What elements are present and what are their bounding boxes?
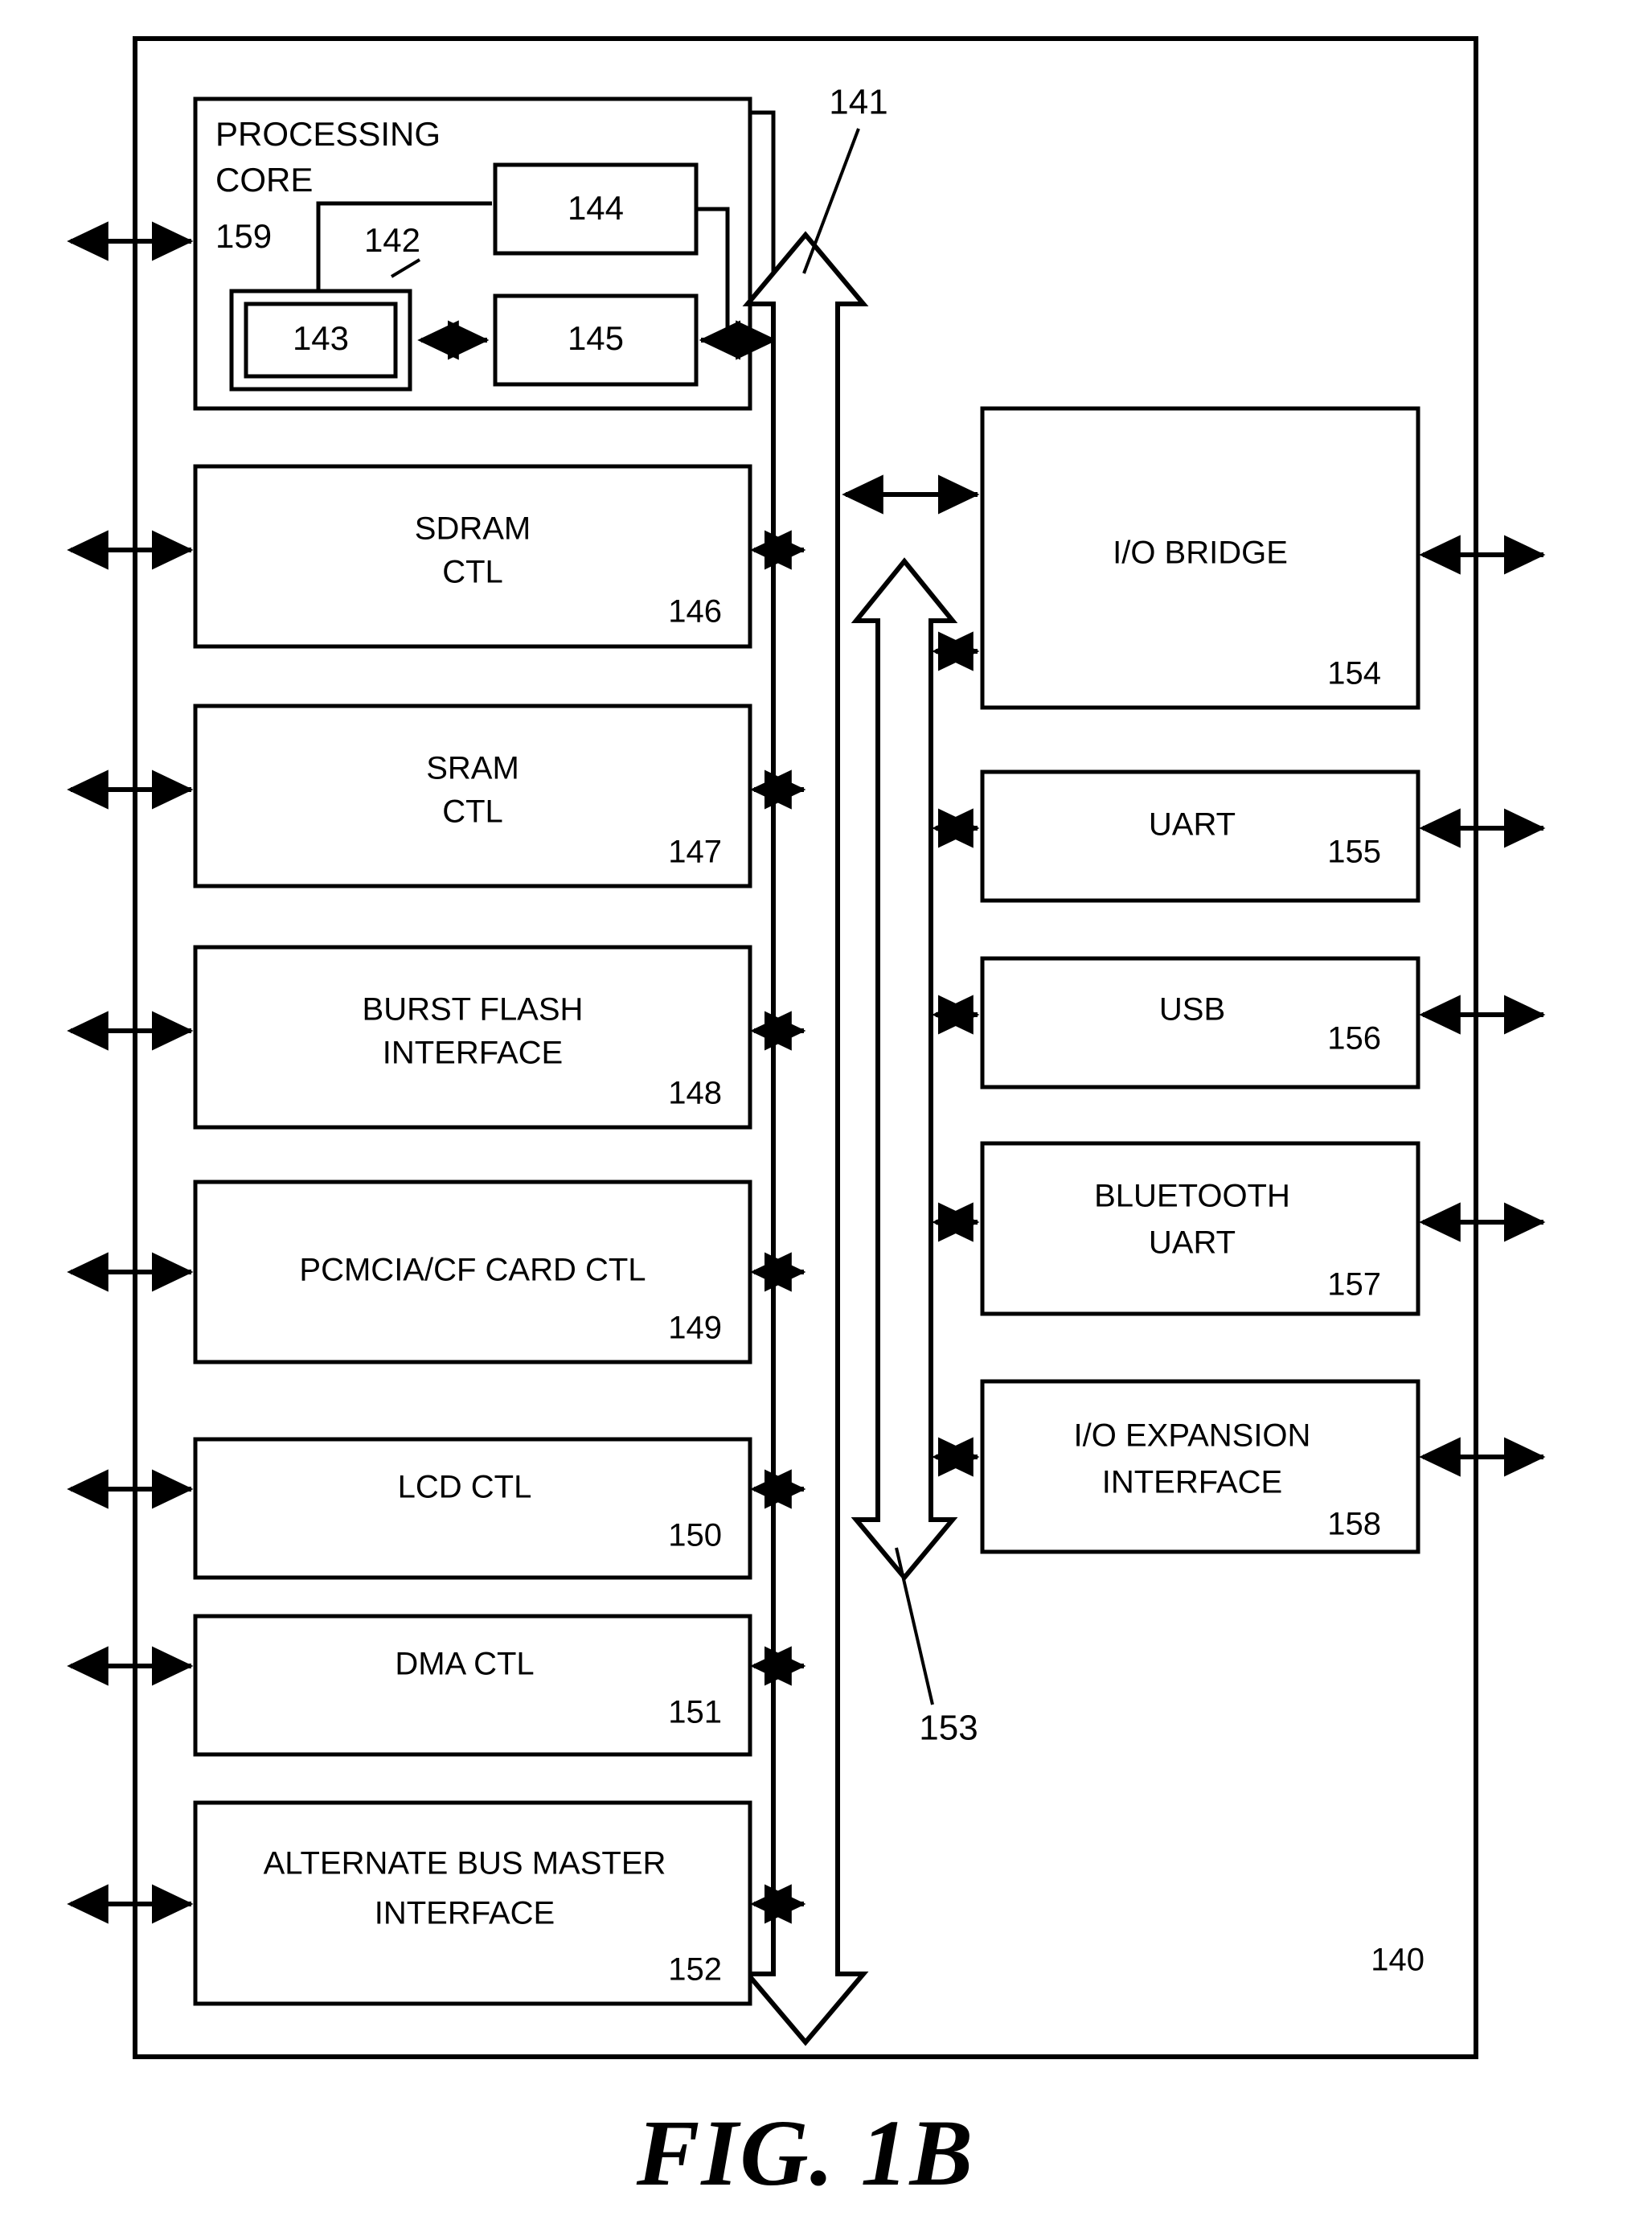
core-block-144-ref: 144 bbox=[568, 189, 624, 227]
uart-label: UART bbox=[1149, 807, 1236, 843]
pcmcia-cf-card-ctl-label: PCMCIA/CF CARD CTL bbox=[299, 1253, 646, 1288]
dma-ctl-label: DMA CTL bbox=[395, 1647, 534, 1682]
processing-core-title-line1: PROCESSING bbox=[215, 115, 441, 153]
sram-ctl-ref-number: 147 bbox=[668, 835, 722, 870]
core-block-143-ref: 143 bbox=[293, 319, 349, 357]
io-expansion-ref-number: 158 bbox=[1327, 1507, 1381, 1542]
system-ref-number: 140 bbox=[1371, 1943, 1424, 1978]
dma-ctl-block bbox=[193, 1614, 752, 1757]
dma-ctl-ref-number: 151 bbox=[668, 1695, 722, 1730]
sdram-ctl-label-line1: SDRAM bbox=[415, 511, 531, 547]
figure-caption: FIG. 1B bbox=[636, 2100, 975, 2206]
bus-141-leader bbox=[802, 128, 860, 274]
io-expansion-label-line2: INTERFACE bbox=[1102, 1465, 1282, 1500]
bluetooth-uart-label-line2: UART bbox=[1149, 1225, 1236, 1261]
alternate-bus-master-label-line2: INTERFACE bbox=[375, 1896, 555, 1931]
processing-core-title-line2: CORE bbox=[215, 161, 313, 199]
sram-ctl-label-line2: CTL bbox=[442, 794, 503, 830]
main-bus-141 bbox=[742, 231, 869, 2046]
lcd-ctl-block bbox=[193, 1437, 752, 1580]
sdram-ctl-ref-number: 146 bbox=[668, 594, 722, 630]
lcd-ctl-ref-number: 150 bbox=[668, 1518, 722, 1553]
cache-142-ref-number: 142 bbox=[364, 221, 420, 259]
io-bridge-label: I/O BRIDGE bbox=[1113, 535, 1288, 571]
bluetooth-uart-label-line1: BLUETOOTH bbox=[1094, 1179, 1290, 1214]
core-block-145-ref: 145 bbox=[568, 319, 624, 357]
alternate-bus-master-ref-number: 152 bbox=[668, 1952, 722, 1988]
io-expansion-label-line1: I/O EXPANSION bbox=[1074, 1418, 1311, 1454]
io-bridge-ref-number: 154 bbox=[1327, 656, 1381, 691]
bus-141-ref-number: 141 bbox=[829, 83, 887, 122]
sdram-ctl-label-line2: CTL bbox=[442, 555, 503, 590]
processing-core-ref-number: 159 bbox=[215, 217, 272, 255]
bluetooth-uart-ref-number: 157 bbox=[1327, 1267, 1381, 1303]
bus-153-leader bbox=[895, 1547, 934, 1705]
patent-figure-1b: 140 PROCESSING CORE 159 142 144 145 143 … bbox=[0, 0, 1652, 2224]
burst-flash-label-line2: INTERFACE bbox=[383, 1036, 563, 1071]
cache-142-leader bbox=[390, 258, 421, 278]
usb-label: USB bbox=[1159, 992, 1225, 1028]
io-bus-153 bbox=[851, 557, 958, 1582]
bus-153-ref-number: 153 bbox=[919, 1709, 978, 1748]
uart-ref-number: 155 bbox=[1327, 835, 1381, 870]
sram-ctl-label-line1: SRAM bbox=[426, 751, 519, 786]
usb-ref-number: 156 bbox=[1327, 1021, 1381, 1057]
lcd-ctl-label: LCD CTL bbox=[398, 1470, 532, 1505]
pcmcia-cf-card-ctl-ref-number: 149 bbox=[668, 1311, 722, 1346]
burst-flash-ref-number: 148 bbox=[668, 1076, 722, 1111]
burst-flash-label-line1: BURST FLASH bbox=[363, 992, 584, 1028]
alternate-bus-master-label-line1: ALTERNATE BUS MASTER bbox=[264, 1846, 666, 1881]
wire-144-to-bus bbox=[696, 207, 730, 340]
